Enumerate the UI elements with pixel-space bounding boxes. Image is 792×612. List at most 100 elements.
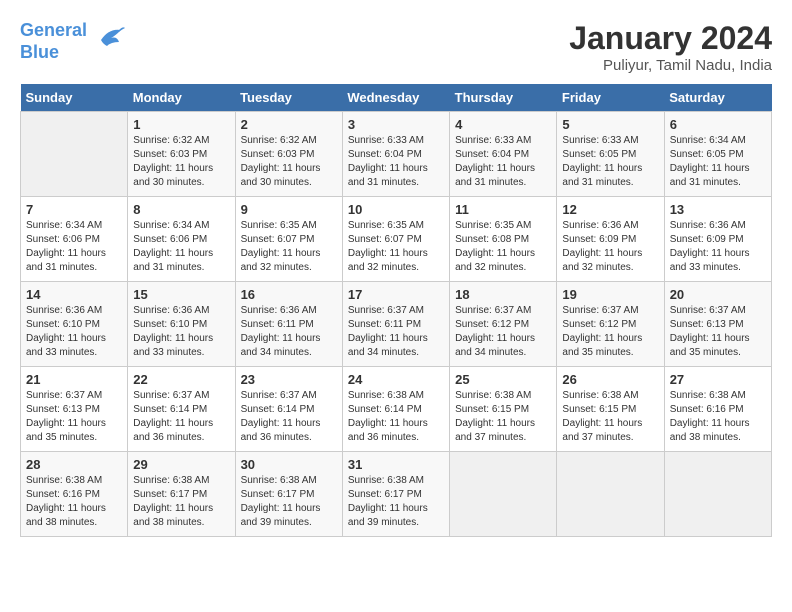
- day-number: 10: [348, 202, 444, 217]
- day-cell: 7 Sunrise: 6:34 AM Sunset: 6:06 PM Daylig…: [21, 197, 128, 282]
- day-number: 6: [670, 117, 766, 132]
- day-info: Sunrise: 6:34 AM Sunset: 6:06 PM Dayligh…: [26, 219, 122, 275]
- day-info: Sunrise: 6:36 AM Sunset: 6:10 PM Dayligh…: [26, 304, 122, 360]
- week-row-1: 1 Sunrise: 6:32 AM Sunset: 6:03 PM Daylig…: [21, 112, 772, 197]
- day-number: 3: [348, 117, 444, 132]
- day-number: 24: [348, 372, 444, 387]
- day-cell: 31 Sunrise: 6:38 AM Sunset: 6:17 PM Dayli…: [342, 452, 449, 537]
- header-cell-monday: Monday: [128, 84, 235, 112]
- day-cell: [557, 452, 664, 537]
- day-info: Sunrise: 6:36 AM Sunset: 6:11 PM Dayligh…: [241, 304, 337, 360]
- logo-line2: Blue: [20, 42, 59, 62]
- day-number: 12: [562, 202, 658, 217]
- day-cell: 15Sunrise: 6:36 AM Sunset: 6:10 PM Dayli…: [128, 282, 235, 367]
- day-cell: [664, 452, 771, 537]
- page-header: General Blue January 2024 Puliyur, Tamil…: [20, 20, 772, 74]
- day-number: 21: [26, 372, 122, 387]
- logo-line1: General: [20, 20, 87, 40]
- day-number: 31: [348, 457, 444, 472]
- day-info: Sunrise: 6:38 AM Sunset: 6:14 PM Dayligh…: [348, 389, 444, 445]
- day-cell: 21 Sunrise: 6:37 AM Sunset: 6:13 PM Dayli…: [21, 367, 128, 452]
- header-cell-sunday: Sunday: [21, 84, 128, 112]
- day-info: Sunrise: 6:37 AM Sunset: 6:14 PM Dayligh…: [133, 389, 229, 445]
- day-number: 1: [133, 117, 229, 132]
- day-cell: [450, 452, 557, 537]
- day-number: 30: [241, 457, 337, 472]
- header-cell-wednesday: Wednesday: [342, 84, 449, 112]
- header-cell-saturday: Saturday: [664, 84, 771, 112]
- day-number: 20: [670, 287, 766, 302]
- logo: General Blue: [20, 20, 127, 63]
- day-info: Sunrise: 6:37 AM Sunset: 6:14 PM Dayligh…: [241, 389, 337, 445]
- day-info: Sunrise: 6:33 AM Sunset: 6:05 PM Dayligh…: [562, 134, 658, 190]
- day-cell: 17Sunrise: 6:37 AM Sunset: 6:11 PM Dayli…: [342, 282, 449, 367]
- day-number: 11: [455, 202, 551, 217]
- day-cell: 25 Sunrise: 6:38 AM Sunset: 6:15 PM Dayli…: [450, 367, 557, 452]
- day-cell: 26 Sunrise: 6:38 AM Sunset: 6:15 PM Dayli…: [557, 367, 664, 452]
- day-number: 2: [241, 117, 337, 132]
- day-number: 23: [241, 372, 337, 387]
- day-number: 16: [241, 287, 337, 302]
- day-number: 15: [133, 287, 229, 302]
- day-cell: 6Sunrise: 6:34 AM Sunset: 6:05 PM Daylig…: [664, 112, 771, 197]
- day-cell: 3 Sunrise: 6:33 AM Sunset: 6:04 PM Daylig…: [342, 112, 449, 197]
- day-number: 29: [133, 457, 229, 472]
- header-cell-thursday: Thursday: [450, 84, 557, 112]
- day-info: Sunrise: 6:37 AM Sunset: 6:13 PM Dayligh…: [26, 389, 122, 445]
- day-cell: 28Sunrise: 6:38 AM Sunset: 6:16 PM Dayli…: [21, 452, 128, 537]
- day-info: Sunrise: 6:38 AM Sunset: 6:15 PM Dayligh…: [455, 389, 551, 445]
- day-cell: 18Sunrise: 6:37 AM Sunset: 6:12 PM Dayli…: [450, 282, 557, 367]
- day-info: Sunrise: 6:36 AM Sunset: 6:09 PM Dayligh…: [670, 219, 766, 275]
- day-info: Sunrise: 6:35 AM Sunset: 6:07 PM Dayligh…: [348, 219, 444, 275]
- day-cell: 1 Sunrise: 6:32 AM Sunset: 6:03 PM Daylig…: [128, 112, 235, 197]
- day-cell: [21, 112, 128, 197]
- day-cell: 11 Sunrise: 6:35 AM Sunset: 6:08 PM Dayli…: [450, 197, 557, 282]
- day-number: 13: [670, 202, 766, 217]
- day-cell: 2 Sunrise: 6:32 AM Sunset: 6:03 PM Daylig…: [235, 112, 342, 197]
- day-info: Sunrise: 6:37 AM Sunset: 6:13 PM Dayligh…: [670, 304, 766, 360]
- day-number: 25: [455, 372, 551, 387]
- day-info: Sunrise: 6:38 AM Sunset: 6:15 PM Dayligh…: [562, 389, 658, 445]
- day-cell: 12 Sunrise: 6:36 AM Sunset: 6:09 PM Dayli…: [557, 197, 664, 282]
- day-number: 19: [562, 287, 658, 302]
- day-info: Sunrise: 6:38 AM Sunset: 6:17 PM Dayligh…: [348, 474, 444, 530]
- day-info: Sunrise: 6:32 AM Sunset: 6:03 PM Dayligh…: [241, 134, 337, 190]
- day-number: 4: [455, 117, 551, 132]
- day-number: 8: [133, 202, 229, 217]
- day-info: Sunrise: 6:38 AM Sunset: 6:17 PM Dayligh…: [133, 474, 229, 530]
- day-number: 22: [133, 372, 229, 387]
- day-info: Sunrise: 6:36 AM Sunset: 6:09 PM Dayligh…: [562, 219, 658, 275]
- day-info: Sunrise: 6:35 AM Sunset: 6:07 PM Dayligh…: [241, 219, 337, 275]
- day-cell: 9 Sunrise: 6:35 AM Sunset: 6:07 PM Daylig…: [235, 197, 342, 282]
- day-cell: 16 Sunrise: 6:36 AM Sunset: 6:11 PM Dayli…: [235, 282, 342, 367]
- day-number: 27: [670, 372, 766, 387]
- day-info: Sunrise: 6:38 AM Sunset: 6:16 PM Dayligh…: [26, 474, 122, 530]
- day-info: Sunrise: 6:38 AM Sunset: 6:16 PM Dayligh…: [670, 389, 766, 445]
- day-info: Sunrise: 6:34 AM Sunset: 6:06 PM Dayligh…: [133, 219, 229, 275]
- day-cell: 10 Sunrise: 6:35 AM Sunset: 6:07 PM Dayli…: [342, 197, 449, 282]
- subtitle: Puliyur, Tamil Nadu, India: [569, 57, 772, 74]
- day-info: Sunrise: 6:37 AM Sunset: 6:12 PM Dayligh…: [562, 304, 658, 360]
- day-cell: 19 Sunrise: 6:37 AM Sunset: 6:12 PM Dayli…: [557, 282, 664, 367]
- day-info: Sunrise: 6:35 AM Sunset: 6:08 PM Dayligh…: [455, 219, 551, 275]
- header-row: SundayMondayTuesdayWednesdayThursdayFrid…: [21, 84, 772, 112]
- day-cell: 8 Sunrise: 6:34 AM Sunset: 6:06 PM Daylig…: [128, 197, 235, 282]
- day-number: 7: [26, 202, 122, 217]
- day-info: Sunrise: 6:33 AM Sunset: 6:04 PM Dayligh…: [455, 134, 551, 190]
- day-cell: 27 Sunrise: 6:38 AM Sunset: 6:16 PM Dayli…: [664, 367, 771, 452]
- day-number: 26: [562, 372, 658, 387]
- logo-bird-icon: [91, 20, 127, 56]
- header-cell-tuesday: Tuesday: [235, 84, 342, 112]
- header-cell-friday: Friday: [557, 84, 664, 112]
- week-row-5: 28Sunrise: 6:38 AM Sunset: 6:16 PM Dayli…: [21, 452, 772, 537]
- day-number: 14: [26, 287, 122, 302]
- day-cell: 4 Sunrise: 6:33 AM Sunset: 6:04 PM Daylig…: [450, 112, 557, 197]
- day-number: 18: [455, 287, 551, 302]
- day-cell: 22 Sunrise: 6:37 AM Sunset: 6:14 PM Dayli…: [128, 367, 235, 452]
- day-info: Sunrise: 6:32 AM Sunset: 6:03 PM Dayligh…: [133, 134, 229, 190]
- day-cell: 29 Sunrise: 6:38 AM Sunset: 6:17 PM Dayli…: [128, 452, 235, 537]
- day-number: 9: [241, 202, 337, 217]
- day-cell: 24 Sunrise: 6:38 AM Sunset: 6:14 PM Dayli…: [342, 367, 449, 452]
- day-cell: 23 Sunrise: 6:37 AM Sunset: 6:14 PM Dayli…: [235, 367, 342, 452]
- day-info: Sunrise: 6:33 AM Sunset: 6:04 PM Dayligh…: [348, 134, 444, 190]
